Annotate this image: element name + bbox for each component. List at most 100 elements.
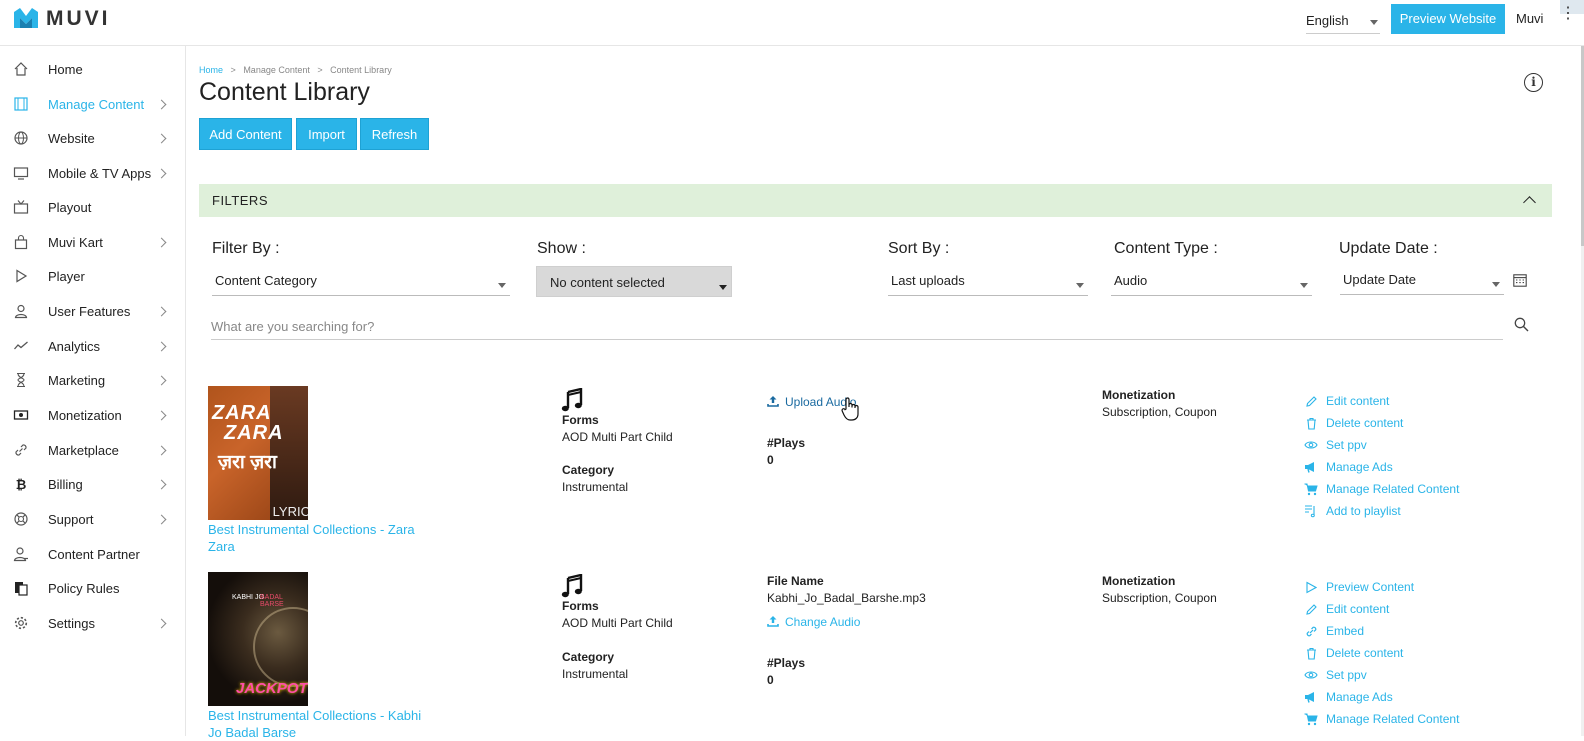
sidebar-item-website[interactable]: Website bbox=[0, 121, 186, 155]
play-icon bbox=[12, 267, 30, 285]
user-icon bbox=[12, 302, 30, 320]
sidebar-item-manage-content[interactable]: Manage Content bbox=[0, 87, 186, 121]
lifebuoy-icon bbox=[12, 510, 30, 528]
content-actions: Preview Content Edit content Embed Delet… bbox=[1304, 576, 1459, 730]
content-type-value: Audio bbox=[1114, 273, 1148, 288]
refresh-button[interactable]: Refresh bbox=[360, 118, 429, 150]
import-button[interactable]: Import bbox=[296, 118, 357, 150]
cart-icon bbox=[1304, 482, 1318, 496]
sidebar-item-player[interactable]: Player bbox=[0, 259, 186, 293]
main-content: Home > Manage Content > Content Library … bbox=[187, 46, 1581, 740]
filter-by-select[interactable]: Content Category bbox=[212, 265, 510, 296]
chevron-down-icon bbox=[498, 283, 506, 288]
megaphone-icon bbox=[1304, 690, 1318, 704]
action-label: Manage Ads bbox=[1326, 460, 1393, 474]
sidebar-item-label: Player bbox=[48, 268, 85, 284]
calendar-icon[interactable] bbox=[1513, 273, 1527, 287]
add-content-button[interactable]: Add Content bbox=[199, 118, 292, 150]
set-ppv-link[interactable]: Set ppv bbox=[1304, 664, 1459, 686]
content-actions: Edit content Delete content Set ppv Mana… bbox=[1304, 390, 1459, 522]
sidebar-item-label: Settings bbox=[48, 615, 95, 631]
chevron-right-icon bbox=[156, 445, 167, 455]
content-thumbnail[interactable]: KABHI JO BADAL BARSE JACKPOT bbox=[208, 572, 308, 706]
search-input[interactable]: What are you searching for? bbox=[211, 314, 1503, 340]
chevron-down-icon bbox=[1370, 20, 1378, 25]
sidebar-item-mobile-tv-apps[interactable]: Mobile & TV Apps bbox=[0, 156, 186, 190]
action-label: Edit content bbox=[1326, 602, 1390, 616]
edit-content-link[interactable]: Edit content bbox=[1304, 390, 1459, 412]
filter-by-label: Filter By : bbox=[212, 240, 280, 257]
sidebar-item-content-partner[interactable]: Content Partner bbox=[0, 537, 186, 571]
sidebar-item-label: Playout bbox=[48, 199, 92, 215]
forms-value: AOD Multi Part Child bbox=[562, 430, 673, 444]
delete-content-link[interactable]: Delete content bbox=[1304, 412, 1459, 434]
sidebar-item-settings[interactable]: Settings bbox=[0, 606, 186, 640]
forms-label: Forms bbox=[562, 413, 599, 427]
sidebar-item-playout[interactable]: Playout bbox=[0, 190, 186, 224]
chevron-right-icon bbox=[156, 133, 167, 143]
update-date-select[interactable]: Update Date bbox=[1340, 264, 1504, 295]
more-options-icon[interactable]: ⋮ bbox=[1560, 6, 1576, 22]
monetization-value: Subscription, Coupon bbox=[1102, 405, 1217, 419]
manage-related-content-link[interactable]: Manage Related Content bbox=[1304, 708, 1459, 730]
preview-content-link[interactable]: Preview Content bbox=[1304, 576, 1459, 598]
content-title-link[interactable]: Best Instrumental Collections - Zara Zar… bbox=[208, 521, 438, 555]
action-label: Manage Related Content bbox=[1326, 712, 1460, 726]
page-title: Content Library bbox=[199, 78, 370, 106]
top-bar: MUVI English Preview Website Muvi ⋮ bbox=[0, 0, 1584, 46]
sidebar-item-label: Policy Rules bbox=[48, 580, 120, 596]
sidebar-item-monetization[interactable]: Monetization bbox=[0, 398, 186, 432]
breadcrumb-content-library: Content Library bbox=[330, 65, 392, 75]
add-to-playlist-link[interactable]: Add to playlist bbox=[1304, 500, 1459, 522]
breadcrumb-manage-content[interactable]: Manage Content bbox=[243, 65, 310, 75]
sort-by-label: Sort By : bbox=[888, 240, 950, 257]
manage-ads-link[interactable]: Manage Ads bbox=[1304, 686, 1459, 708]
edit-content-link[interactable]: Edit content bbox=[1304, 598, 1459, 620]
set-ppv-link[interactable]: Set ppv bbox=[1304, 434, 1459, 456]
sidebar-item-analytics[interactable]: Analytics bbox=[0, 329, 186, 363]
user-menu[interactable]: Muvi bbox=[1516, 11, 1543, 26]
embed-link[interactable]: Embed bbox=[1304, 620, 1459, 642]
sidebar-item-marketing[interactable]: Marketing bbox=[0, 363, 186, 397]
breadcrumb-home-link[interactable]: Home bbox=[199, 65, 223, 75]
chevron-down-icon bbox=[1076, 283, 1084, 288]
sidebar-item-support[interactable]: Support bbox=[0, 502, 186, 536]
tv-icon bbox=[12, 198, 30, 216]
category-value: Instrumental bbox=[562, 480, 629, 494]
sidebar-item-label: Billing bbox=[48, 476, 83, 492]
delete-content-link[interactable]: Delete content bbox=[1304, 642, 1459, 664]
language-select[interactable]: English bbox=[1306, 8, 1380, 34]
change-audio-link[interactable]: Change Audio bbox=[767, 615, 860, 629]
show-select[interactable]: No content selected bbox=[536, 266, 732, 297]
sidebar-item-marketplace[interactable]: Marketplace bbox=[0, 433, 186, 467]
thumbnail-ring bbox=[253, 607, 308, 687]
sidebar-item-home[interactable]: Home bbox=[0, 52, 186, 86]
search-icon[interactable] bbox=[1514, 317, 1529, 332]
sidebar-item-muvi-kart[interactable]: Muvi Kart bbox=[0, 225, 186, 259]
manage-related-content-link[interactable]: Manage Related Content bbox=[1304, 478, 1459, 500]
manage-ads-link[interactable]: Manage Ads bbox=[1304, 456, 1459, 478]
action-label: Set ppv bbox=[1326, 668, 1367, 682]
sidebar-item-user-features[interactable]: User Features bbox=[0, 294, 186, 328]
filter-by-value: Content Category bbox=[215, 273, 317, 288]
music-icon bbox=[561, 574, 583, 598]
filters-toggle-bar[interactable]: FILTERS bbox=[199, 184, 1552, 217]
content-thumbnail[interactable]: ZARA ZARA ज़रा ज़रा LYRIC bbox=[208, 386, 308, 520]
analytics-icon bbox=[12, 337, 30, 355]
chevron-right-icon bbox=[156, 168, 167, 178]
pencil-icon bbox=[1304, 394, 1318, 408]
chevron-up-icon[interactable] bbox=[1523, 196, 1536, 209]
content-type-select[interactable]: Audio bbox=[1111, 265, 1312, 296]
muvi-logo[interactable]: MUVI bbox=[12, 6, 111, 32]
show-value: No content selected bbox=[550, 275, 665, 290]
sidebar-item-billing[interactable]: ₿ Billing bbox=[0, 467, 186, 501]
preview-website-button[interactable]: Preview Website bbox=[1391, 4, 1505, 34]
sort-by-select[interactable]: Last uploads bbox=[888, 265, 1088, 296]
language-value: English bbox=[1306, 13, 1349, 28]
info-icon[interactable]: i bbox=[1524, 73, 1543, 92]
thumbnail-jackpot-logo: JACKPOT bbox=[236, 680, 308, 697]
thumbnail-corner-text: LYRIC bbox=[272, 504, 308, 519]
chevron-right-icon bbox=[156, 479, 167, 489]
chevron-right-icon bbox=[156, 306, 167, 316]
sidebar-item-policy-rules[interactable]: Policy Rules bbox=[0, 571, 186, 605]
